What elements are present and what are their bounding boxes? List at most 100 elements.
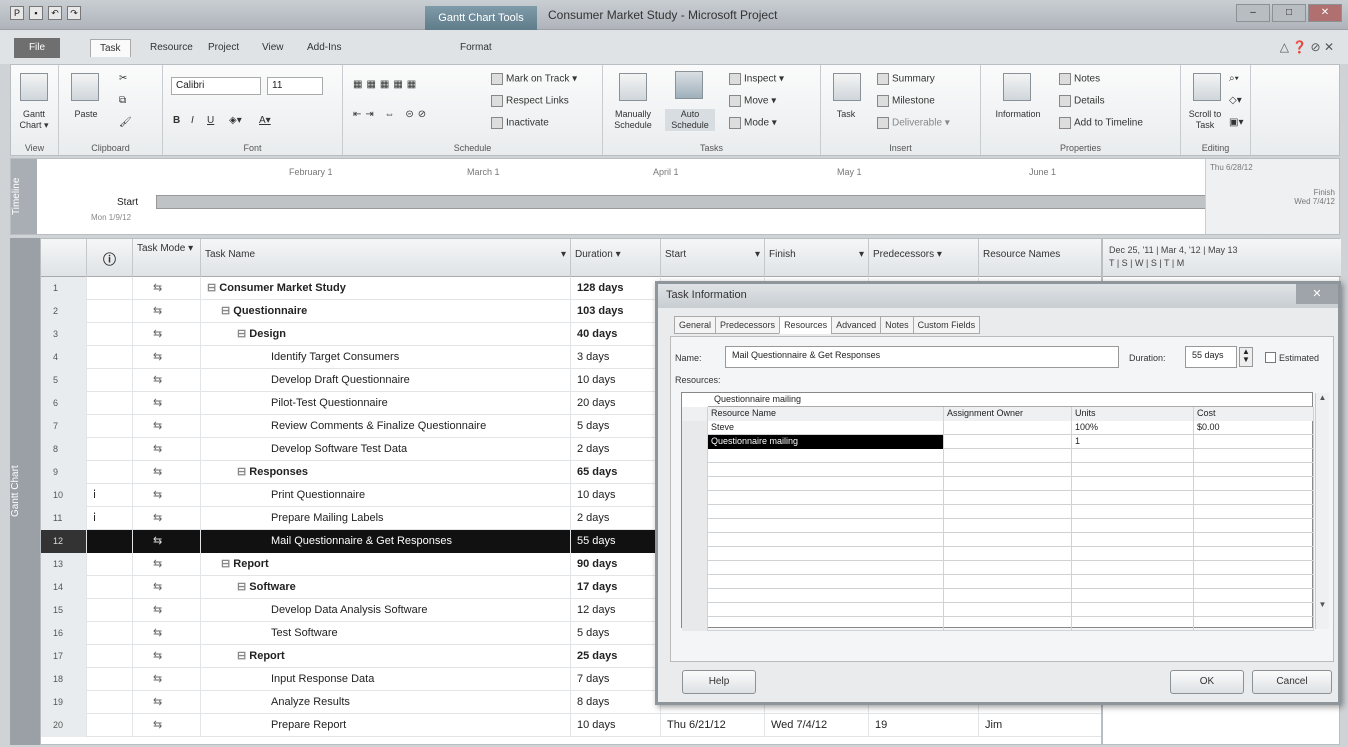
resource-empty-cell[interactable] <box>708 449 944 463</box>
resource-empty-cell[interactable] <box>944 547 1072 561</box>
resource-names-cell[interactable]: Jim <box>979 714 1101 737</box>
duration-cell[interactable]: 103 days <box>571 300 661 323</box>
dialog-tab-predecessors[interactable]: Predecessors <box>715 316 780 334</box>
resource-empty-cell[interactable] <box>708 491 944 505</box>
resource-empty-cell[interactable] <box>944 561 1072 575</box>
auto-schedule-icon[interactable] <box>675 71 703 99</box>
resource-empty-cell[interactable] <box>944 463 1072 477</box>
units-cell[interactable]: 100% <box>1072 421 1194 435</box>
task-name-cell[interactable]: ⊟ Report <box>201 553 571 576</box>
task-name-cell[interactable]: ⊟ Design <box>201 323 571 346</box>
row-number[interactable]: 11 <box>41 507 87 530</box>
resource-empty-cell[interactable] <box>944 505 1072 519</box>
row-number[interactable]: 2 <box>41 300 87 323</box>
tab-format[interactable]: Format <box>460 42 492 53</box>
duration-cell[interactable]: 25 days <box>571 645 661 668</box>
paste-icon[interactable] <box>71 73 99 101</box>
resource-row[interactable]: Steve 100% $0.00 <box>682 421 1314 435</box>
units-cell[interactable]: 1 <box>1072 435 1194 449</box>
resource-empty-cell[interactable] <box>1072 519 1194 533</box>
row-number[interactable]: 4 <box>41 346 87 369</box>
duration-cell[interactable]: 7 days <box>571 668 661 691</box>
row-number[interactable]: 7 <box>41 415 87 438</box>
duration-cell[interactable]: 10 days <box>571 714 661 737</box>
dialog-tab-resources[interactable]: Resources <box>779 316 832 334</box>
scroll-to-task-button[interactable]: Scroll to Task <box>1185 109 1225 131</box>
resources-grid[interactable]: Questionnaire mailing Resource Name Assi… <box>681 392 1314 631</box>
row-number[interactable]: 16 <box>41 622 87 645</box>
resource-empty-row[interactable] <box>682 547 1314 561</box>
resource-empty-cell[interactable] <box>1072 449 1194 463</box>
task-name-cell[interactable]: ⊟ Responses <box>201 461 571 484</box>
resource-row[interactable]: Questionnaire mailing 1 <box>682 435 1314 449</box>
task-name-cell[interactable]: Prepare Report <box>201 714 571 737</box>
row-number[interactable]: 18 <box>41 668 87 691</box>
task-name-cell[interactable]: Identify Target Consumers <box>201 346 571 369</box>
underline-button[interactable]: U <box>207 115 214 126</box>
copy-icon[interactable]: ⧉ <box>119 95 126 106</box>
resource-empty-cell[interactable] <box>1194 505 1314 519</box>
minimize-button[interactable]: – <box>1236 4 1270 22</box>
resource-empty-cell[interactable] <box>1194 491 1314 505</box>
respect-links-button[interactable]: Respect Links <box>491 95 569 107</box>
resource-empty-row[interactable] <box>682 477 1314 491</box>
task-name-cell[interactable]: Develop Data Analysis Software <box>201 599 571 622</box>
clear-icon[interactable]: ◇▾ <box>1229 95 1242 106</box>
collapse-icon[interactable]: ⊟ <box>237 581 249 593</box>
duration-cell[interactable]: 65 days <box>571 461 661 484</box>
task-insert-button[interactable]: Task <box>829 109 863 120</box>
predecessors-cell[interactable]: 19 <box>869 714 979 737</box>
task-name-cell[interactable]: Input Response Data <box>201 668 571 691</box>
task-name-cell[interactable]: ⊟ Consumer Market Study <box>201 277 571 300</box>
fill-icon[interactable]: ▣▾ <box>1229 117 1243 128</box>
collapse-icon[interactable]: ⊟ <box>237 328 249 340</box>
row-number[interactable]: 10 <box>41 484 87 507</box>
start-cell[interactable]: Thu 6/21/12 <box>661 714 765 737</box>
resource-empty-cell[interactable] <box>944 575 1072 589</box>
font-name-combo[interactable]: Calibri <box>171 77 261 95</box>
task-name-field[interactable]: Mail Questionnaire & Get Responses <box>725 346 1119 368</box>
task-name-cell[interactable]: Test Software <box>201 622 571 645</box>
resource-empty-row[interactable] <box>682 449 1314 463</box>
rg-col-assignment-owner[interactable]: Assignment Owner <box>944 407 1072 421</box>
information-icon[interactable] <box>1003 73 1031 101</box>
duration-cell[interactable]: 17 days <box>571 576 661 599</box>
resource-name-cell[interactable]: Steve <box>708 421 944 435</box>
redo-icon[interactable]: ↷ <box>67 6 81 20</box>
resource-empty-row[interactable] <box>682 519 1314 533</box>
tab-view[interactable]: View <box>262 42 284 53</box>
task-insert-icon[interactable] <box>833 73 861 101</box>
task-name-cell[interactable]: Pilot-Test Questionnaire <box>201 392 571 415</box>
resource-empty-cell[interactable] <box>708 603 944 617</box>
resource-empty-cell[interactable] <box>1194 449 1314 463</box>
collapse-icon[interactable]: ⊟ <box>237 466 249 478</box>
tab-project[interactable]: Project <box>208 42 239 53</box>
tab-resource[interactable]: Resource <box>150 42 193 53</box>
rg-col-units[interactable]: Units <box>1072 407 1194 421</box>
undo-icon[interactable]: ↶ <box>48 6 62 20</box>
maximize-button[interactable]: □ <box>1272 4 1306 22</box>
italic-button[interactable]: I <box>191 115 194 126</box>
finish-cell[interactable]: Wed 7/4/12 <box>765 714 869 737</box>
resource-empty-cell[interactable] <box>708 505 944 519</box>
resource-empty-cell[interactable] <box>708 547 944 561</box>
collapse-icon[interactable]: ⊟ <box>221 558 233 570</box>
resource-empty-cell[interactable] <box>1072 533 1194 547</box>
assignment-owner-cell[interactable] <box>944 421 1072 435</box>
resource-empty-cell[interactable] <box>944 533 1072 547</box>
col-finish[interactable]: Finish ▾ <box>765 239 869 277</box>
row-header-corner[interactable] <box>41 239 87 277</box>
scroll-to-task-icon[interactable] <box>1193 73 1221 101</box>
resource-empty-cell[interactable] <box>1072 589 1194 603</box>
duration-cell[interactable]: 10 days <box>571 369 661 392</box>
row-number[interactable]: 13 <box>41 553 87 576</box>
assignment-owner-cell[interactable] <box>944 435 1072 449</box>
resource-empty-cell[interactable] <box>1194 477 1314 491</box>
duration-cell[interactable]: 20 days <box>571 392 661 415</box>
move-button[interactable]: Move ▾ <box>729 95 776 107</box>
duration-cell[interactable]: 5 days <box>571 415 661 438</box>
cost-cell[interactable] <box>1194 435 1314 449</box>
task-name-cell[interactable]: ⊟ Report <box>201 645 571 668</box>
resource-empty-cell[interactable] <box>708 617 944 631</box>
fill-color-icon[interactable]: ◈▾ <box>229 115 242 126</box>
